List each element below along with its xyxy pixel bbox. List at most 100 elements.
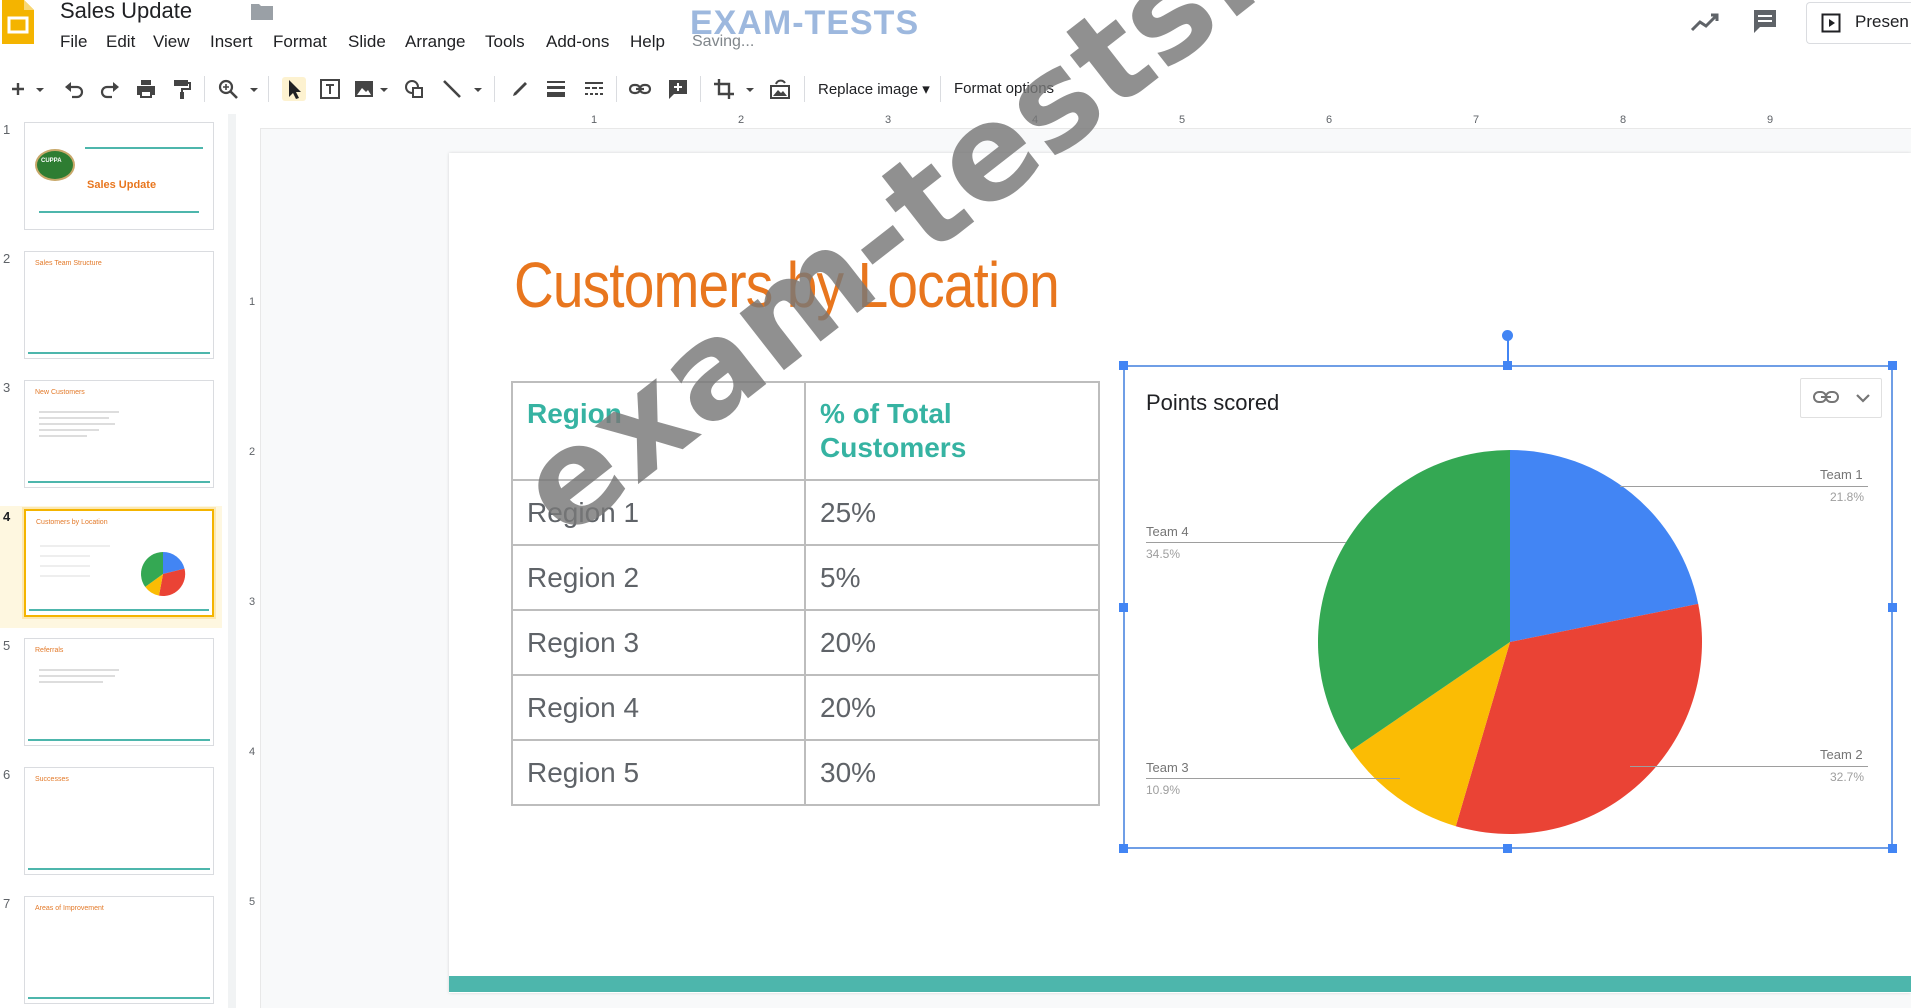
slide-thumbnail-6[interactable]: Successes: [24, 767, 214, 875]
table-header-cell[interactable]: % of Total Customers: [804, 381, 1100, 481]
ruler-tick-label: 4: [1032, 114, 1039, 126]
document-title[interactable]: Sales Update: [60, 0, 192, 24]
present-button[interactable]: Presen: [1806, 2, 1911, 44]
text-box-icon[interactable]: [318, 77, 342, 101]
slide-thumb-title: Sales Team Structure: [35, 260, 102, 267]
present-icon: [1821, 13, 1841, 38]
format-options-button[interactable]: Format options: [954, 80, 1054, 97]
table-cell[interactable]: 20%: [804, 609, 1100, 676]
resize-handle-se[interactable]: [1888, 844, 1897, 853]
menu-tools[interactable]: Tools: [485, 32, 525, 52]
resize-handle-e[interactable]: [1888, 603, 1897, 612]
filmstrip-scrollbar[interactable]: [228, 114, 236, 1008]
chevron-down-icon[interactable]: [1855, 391, 1871, 409]
slide-thumbnail-4[interactable]: Customers by Location: [24, 509, 214, 617]
cuppa-logo-icon: [35, 149, 75, 181]
chart-title: Points scored: [1146, 390, 1280, 415]
menu-help[interactable]: Help: [630, 32, 665, 52]
slide-thumbnail-1[interactable]: CUPPA Sales Update: [24, 122, 214, 230]
paint-format-icon[interactable]: [170, 77, 194, 101]
table-cell[interactable]: 5%: [804, 544, 1100, 611]
slide-filmstrip: 1 CUPPA Sales Update 2 Sales Team Struct…: [0, 114, 247, 1008]
zoom-icon[interactable]: [216, 77, 240, 101]
menu-slide[interactable]: Slide: [348, 32, 386, 52]
slide-number: 6: [3, 767, 11, 782]
activity-dashboard-icon[interactable]: [1690, 10, 1720, 39]
region-table[interactable]: Region % of Total Customers Region 1 25%…: [511, 381, 1100, 806]
slide-number: 5: [3, 638, 11, 653]
menu-edit[interactable]: Edit: [106, 32, 135, 52]
menu-format[interactable]: Format: [273, 32, 327, 52]
chevron-down-icon[interactable]: [248, 77, 260, 101]
folder-icon[interactable]: [251, 2, 273, 25]
table-row: Region 1 25%: [511, 479, 1100, 546]
border-weight-icon[interactable]: [544, 77, 568, 101]
resize-handle-n[interactable]: [1503, 361, 1512, 370]
reset-image-icon[interactable]: [768, 77, 792, 101]
chevron-down-icon[interactable]: [34, 77, 46, 101]
resize-handle-w[interactable]: [1119, 603, 1128, 612]
toolbar-separator: [940, 76, 941, 102]
menu-add-ons[interactable]: Add-ons: [546, 32, 609, 52]
cuppa-badge: CUPPA: [41, 158, 62, 164]
chart-link-options[interactable]: [1800, 378, 1882, 418]
toolbar-separator: [804, 76, 805, 102]
chevron-down-icon[interactable]: [378, 77, 390, 101]
pen-icon[interactable]: [508, 77, 532, 101]
slide-thumbnail-7[interactable]: Areas of Improvement: [24, 896, 214, 1004]
add-icon[interactable]: [6, 77, 30, 101]
slide-thumbnail-3[interactable]: New Customers: [24, 380, 214, 488]
table-row: Region 2 5%: [511, 544, 1100, 611]
crop-icon[interactable]: [712, 77, 736, 101]
slide-thumbnail-5[interactable]: Referrals: [24, 638, 214, 746]
shape-icon[interactable]: [402, 77, 426, 101]
table-cell[interactable]: Region 4: [511, 674, 806, 741]
undo-icon[interactable]: [62, 77, 86, 101]
slide-thumbnail-2[interactable]: Sales Team Structure: [24, 251, 214, 359]
slide-thumb-title: New Customers: [35, 389, 85, 396]
resize-handle-ne[interactable]: [1888, 361, 1897, 370]
slide-title[interactable]: Customers by Location: [514, 248, 1060, 322]
horizontal-ruler: 1 2 3 4 5 6 7 8 9: [246, 114, 1911, 129]
table-cell[interactable]: 25%: [804, 479, 1100, 546]
image-icon[interactable]: [352, 77, 376, 101]
ruler-tick-label: 8: [1620, 114, 1627, 126]
ruler-tick-label: 3: [249, 596, 256, 608]
slide-thumb-title: Customers by Location: [36, 519, 108, 526]
slide-thumb-title: Successes: [35, 776, 69, 783]
print-icon[interactable]: [134, 77, 158, 101]
table-cell[interactable]: 20%: [804, 674, 1100, 741]
table-cell[interactable]: Region 3: [511, 609, 806, 676]
resize-handle-sw[interactable]: [1119, 844, 1128, 853]
resize-handle-nw[interactable]: [1119, 361, 1128, 370]
chevron-down-icon[interactable]: [744, 77, 756, 101]
table-header-cell[interactable]: Region: [511, 381, 806, 481]
slides-logo-icon[interactable]: [2, 0, 34, 44]
link-icon[interactable]: [1813, 389, 1839, 410]
table-cell[interactable]: Region 2: [511, 544, 806, 611]
slide-number: 1: [3, 122, 11, 137]
table-cell[interactable]: Region 5: [511, 739, 806, 806]
chevron-down-icon[interactable]: [472, 77, 484, 101]
pie-chart[interactable]: [1300, 430, 1720, 850]
table-cell[interactable]: 30%: [804, 739, 1100, 806]
link-icon[interactable]: [628, 77, 652, 101]
select-icon[interactable]: [282, 77, 306, 101]
menu-insert[interactable]: Insert: [210, 32, 253, 52]
menu-file[interactable]: File: [60, 32, 87, 52]
border-dash-icon[interactable]: [582, 77, 606, 101]
add-comment-icon[interactable]: [666, 77, 690, 101]
comment-history-icon[interactable]: [1752, 8, 1778, 41]
replace-image-button[interactable]: Replace image ▾: [818, 80, 930, 98]
leader-line: [1146, 542, 1346, 543]
redo-icon[interactable]: [98, 77, 122, 101]
vertical-ruler: 1 2 3 4 5: [246, 128, 261, 1008]
line-icon[interactable]: [440, 77, 464, 101]
table-cell[interactable]: Region 1: [511, 479, 806, 546]
menu-arrange[interactable]: Arrange: [405, 32, 465, 52]
slide-number: 7: [3, 896, 11, 911]
toolbar-separator: [204, 76, 205, 102]
ruler-tick-label: 6: [1326, 114, 1333, 126]
rotate-handle[interactable]: [1502, 330, 1513, 341]
menu-view[interactable]: View: [153, 32, 190, 52]
